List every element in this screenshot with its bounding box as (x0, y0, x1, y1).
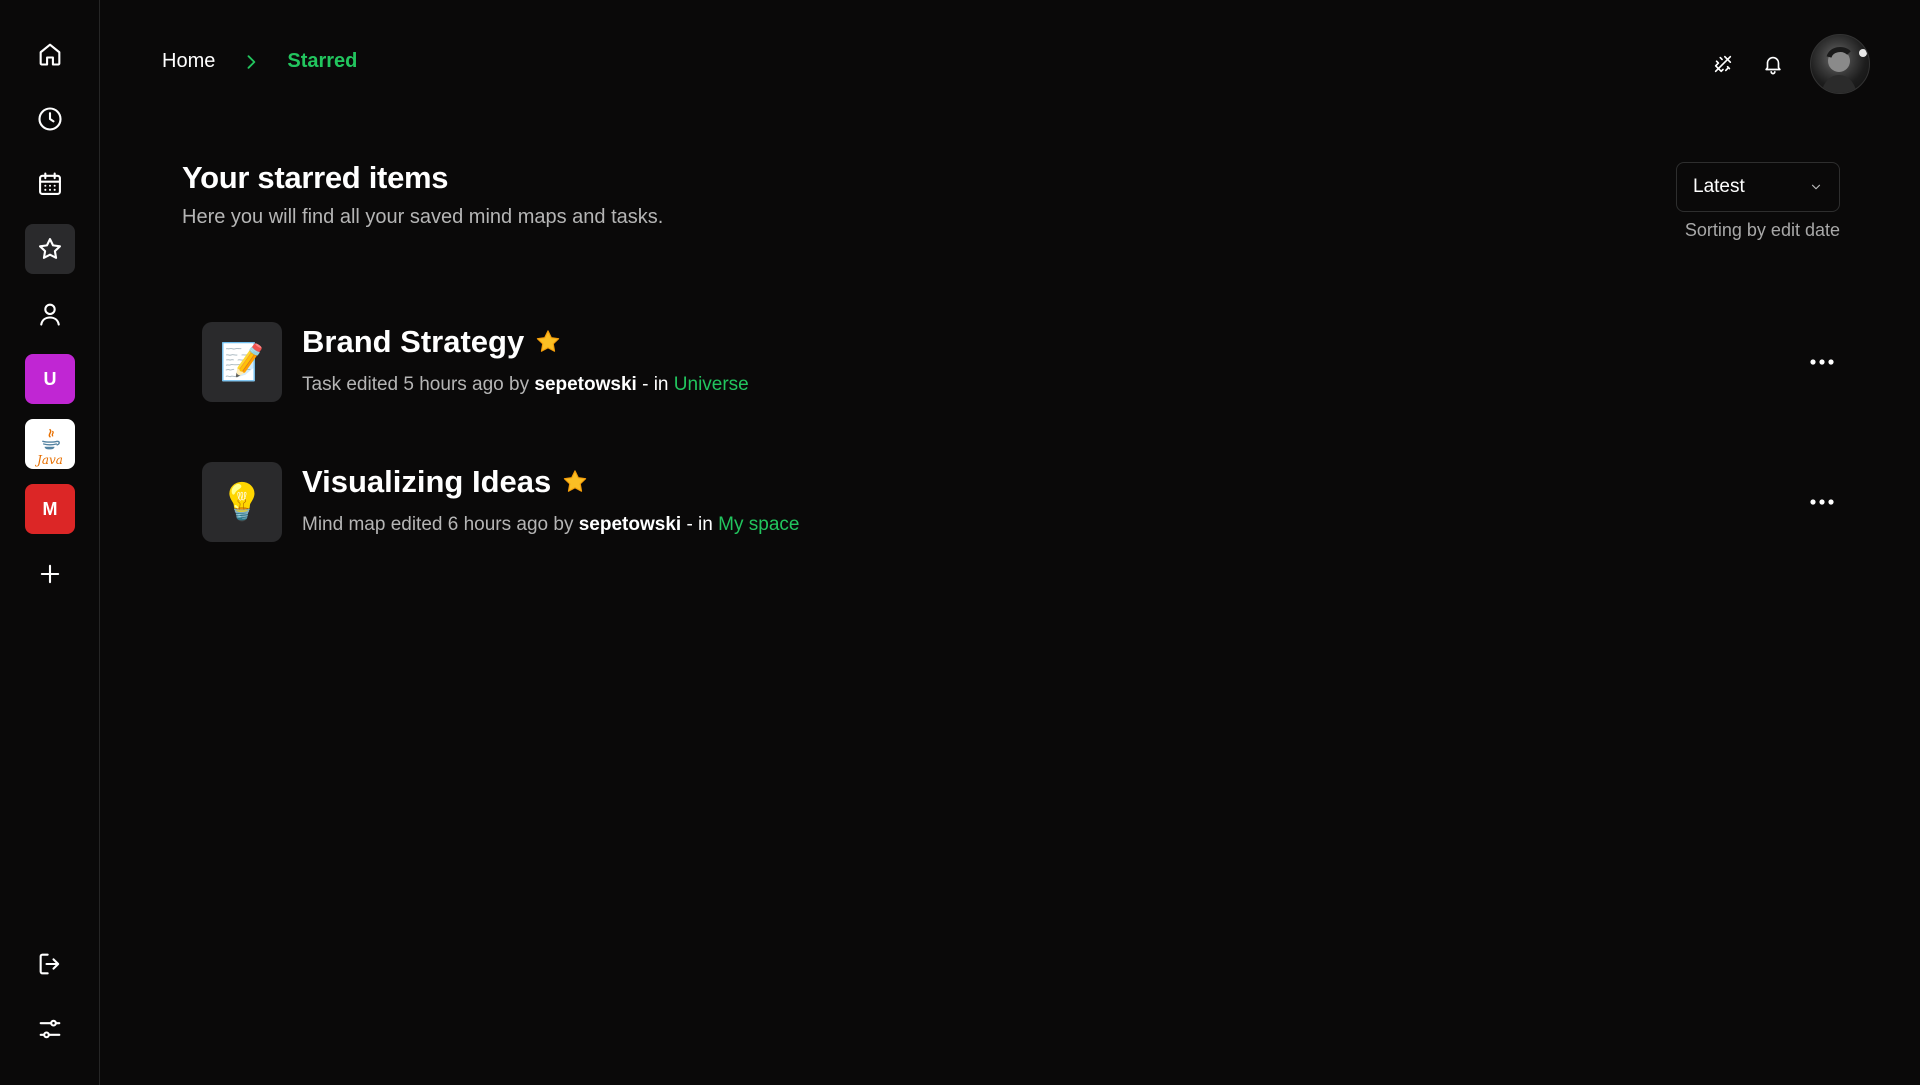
item-author: sepetowski (534, 374, 637, 395)
workspace-u-button[interactable]: U (25, 354, 75, 404)
mindmap-emoji-icon: 💡 (202, 462, 282, 542)
magic-tools-button[interactable] (1708, 49, 1738, 79)
page-title: Your starred items (182, 160, 449, 195)
breadcrumb-current: Starred (287, 50, 358, 72)
logout-icon (39, 953, 60, 975)
avatar[interactable] (1810, 34, 1870, 94)
item-meta-text: Mind map edited 6 hours ago by (302, 514, 574, 535)
workspace-java-label: Java (37, 453, 63, 467)
sort-caption: Sorting by edit date (1684, 220, 1840, 240)
breadcrumb-separator (241, 52, 261, 72)
item-meta-text: Task edited 5 hours ago by (302, 374, 530, 395)
settings-button[interactable] (25, 1004, 75, 1054)
sidebar: U Java M (0, 0, 100, 1085)
home-nav-button[interactable] (25, 29, 75, 79)
home-icon (39, 43, 61, 66)
calendar-icon (39, 172, 61, 195)
item-title-row: Brand Strategy (302, 324, 562, 360)
ellipsis-icon (1810, 499, 1834, 505)
magic-tools-icon (1714, 55, 1732, 73)
more-options-button[interactable] (1804, 484, 1840, 520)
item-space-link[interactable]: Universe (674, 374, 749, 395)
item-meta: Mind map edited 6 hours ago by sepetowsk… (302, 514, 799, 536)
logout-button[interactable] (25, 939, 75, 989)
starred-nav-button[interactable] (25, 224, 75, 274)
add-workspace-button[interactable] (25, 549, 75, 599)
workspace-u-label: U (43, 368, 57, 389)
workspace-m-label: M (42, 498, 58, 519)
item-author: sepetowski (578, 514, 682, 535)
sort-selected-value: Latest (1693, 176, 1745, 197)
item-meta: Task edited 5 hours ago by sepetowski - … (302, 374, 749, 396)
ellipsis-icon (1810, 359, 1834, 365)
item-meta-in: - in (636, 374, 669, 395)
workspace-m-button[interactable]: M (25, 484, 75, 534)
item-space-link[interactable]: My space (718, 514, 799, 535)
sliders-icon (39, 1019, 61, 1039)
profile-nav-button[interactable] (25, 289, 75, 339)
page-subtitle: Here you will find all your saved mind m… (182, 206, 664, 228)
item-title: Brand Strategy (302, 324, 525, 359)
workspace-java-button[interactable]: Java (25, 419, 75, 469)
item-meta-in: - in (681, 514, 713, 535)
breadcrumb-home-link[interactable]: Home (162, 50, 215, 73)
sort-select[interactable]: Latest (1676, 162, 1840, 212)
calendar-nav-button[interactable] (25, 159, 75, 209)
chevron-down-icon (1811, 184, 1821, 190)
user-icon (40, 303, 60, 326)
more-options-button[interactable] (1804, 344, 1840, 380)
recent-nav-button[interactable] (25, 94, 75, 144)
star-filled-icon[interactable] (534, 328, 562, 356)
avatar-photo (1821, 47, 1867, 93)
item-title: Visualizing Ideas (302, 464, 552, 499)
chevron-right-icon (247, 54, 256, 69)
item-title-row: Visualizing Ideas (302, 464, 589, 500)
star-filled-icon[interactable] (561, 468, 589, 496)
star-icon (39, 238, 61, 259)
clock-icon (38, 107, 62, 131)
starred-item[interactable]: 📝 Brand Strategy Task edited 5 hours ago… (202, 322, 1840, 404)
bell-icon (1765, 56, 1781, 75)
plus-icon (40, 564, 60, 584)
starred-item[interactable]: 💡 Visualizing Ideas Mind map edited 6 ho… (202, 462, 1840, 544)
notifications-button[interactable] (1758, 49, 1788, 79)
task-emoji-icon: 📝 (202, 322, 282, 402)
breadcrumb: Home Starred (162, 50, 357, 73)
